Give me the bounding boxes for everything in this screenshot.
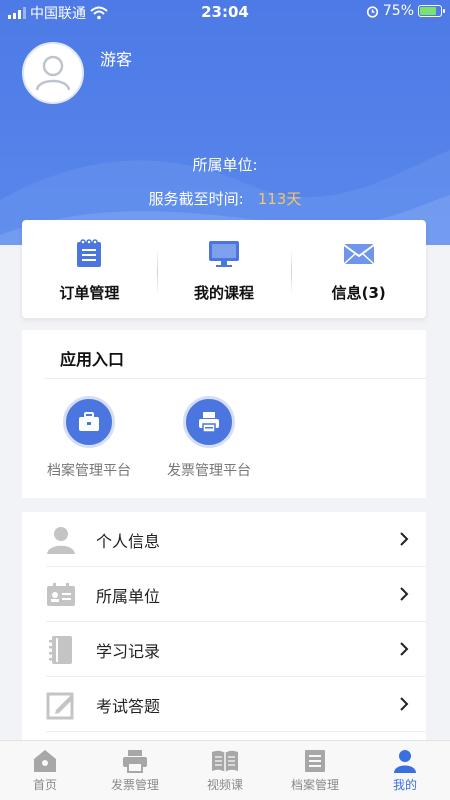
order-list-icon xyxy=(77,239,102,267)
status-bar: 中国联通 23:04 75% xyxy=(0,0,450,26)
avatar[interactable] xyxy=(22,42,84,104)
battery-percent: 75% xyxy=(382,3,414,19)
menu-item-label: 所属单位 xyxy=(96,586,161,606)
monitor-icon xyxy=(209,241,239,267)
person-icon xyxy=(47,527,75,554)
chevron-right-icon xyxy=(400,532,409,546)
unit-label: 所属单位: xyxy=(192,156,258,174)
app-entry-card: 应用入口 档案管理平台 发票管理平台 xyxy=(22,330,426,498)
tab-label: 我的 xyxy=(392,778,417,792)
my-courses-button[interactable]: 我的课程 xyxy=(156,220,292,318)
mail-icon xyxy=(343,244,375,265)
menu-item-study-record[interactable]: 学习记录 xyxy=(22,622,426,677)
tab-archive[interactable]: 档案管理 xyxy=(270,741,360,800)
tab-label: 首页 xyxy=(32,778,57,792)
book-icon xyxy=(212,750,238,772)
archive-platform-button[interactable]: 档案管理平台 xyxy=(34,396,144,480)
expire-days: 113天 xyxy=(257,190,302,208)
document-icon xyxy=(305,750,325,772)
briefcase-icon xyxy=(79,412,99,431)
invoice-platform-button[interactable]: 发票管理平台 xyxy=(154,396,264,480)
archive-platform-label: 档案管理平台 xyxy=(47,463,131,479)
archive-platform-icon-circle xyxy=(63,396,115,448)
invoice-platform-icon-circle xyxy=(183,396,235,448)
user-icon xyxy=(394,750,416,773)
divider xyxy=(44,378,426,379)
notebook-icon xyxy=(49,636,72,664)
tab-invoice[interactable]: 发票管理 xyxy=(90,741,180,800)
chevron-right-icon xyxy=(400,697,409,711)
tab-label: 档案管理 xyxy=(290,778,339,792)
edit-icon xyxy=(46,692,74,720)
home-icon xyxy=(34,750,56,772)
menu-item-label: 学习记录 xyxy=(96,641,161,661)
tab-mine[interactable]: 我的 xyxy=(360,741,450,800)
bottom-tab-bar: 首页 发票管理 视频课 档案管理 我的 xyxy=(0,740,450,800)
tab-home[interactable]: 首页 xyxy=(0,741,90,800)
settings-menu: 个人信息 所属单位 学习记录 考试答题 xyxy=(22,512,426,740)
quick-actions-card: 订单管理 我的课程 信息(3) xyxy=(22,220,426,318)
tab-label: 视频课 xyxy=(206,778,243,792)
menu-item-personal-info[interactable]: 个人信息 xyxy=(22,512,426,567)
username: 游客 xyxy=(100,50,133,69)
app-entry-title: 应用入口 xyxy=(60,350,125,369)
menu-item-label: 个人信息 xyxy=(96,531,161,551)
tab-video[interactable]: 视频课 xyxy=(180,741,270,800)
printer-icon xyxy=(123,750,147,773)
invoice-platform-label: 发票管理平台 xyxy=(167,463,251,479)
order-management-button[interactable]: 订单管理 xyxy=(22,220,157,318)
service-expire: 服务截至时间: 113天 xyxy=(0,188,450,209)
tab-label: 发票管理 xyxy=(110,778,159,792)
chevron-right-icon xyxy=(400,642,409,656)
printer-icon xyxy=(199,412,219,433)
battery-icon xyxy=(418,5,445,17)
order-management-label: 订单管理 xyxy=(59,284,120,302)
menu-item-label: 考试答题 xyxy=(96,696,161,716)
messages-label: 信息(3) xyxy=(331,284,386,302)
expire-label: 服务截至时间: xyxy=(148,190,244,208)
id-card-icon xyxy=(47,583,75,606)
menu-item-unit[interactable]: 所属单位 xyxy=(22,567,426,622)
chevron-right-icon xyxy=(400,587,409,601)
my-courses-label: 我的课程 xyxy=(194,284,255,302)
messages-button[interactable]: 信息(3) xyxy=(291,220,426,318)
alarm-icon xyxy=(366,5,378,18)
avatar-placeholder-icon xyxy=(35,55,71,91)
menu-item-exam[interactable]: 考试答题 xyxy=(22,677,426,732)
